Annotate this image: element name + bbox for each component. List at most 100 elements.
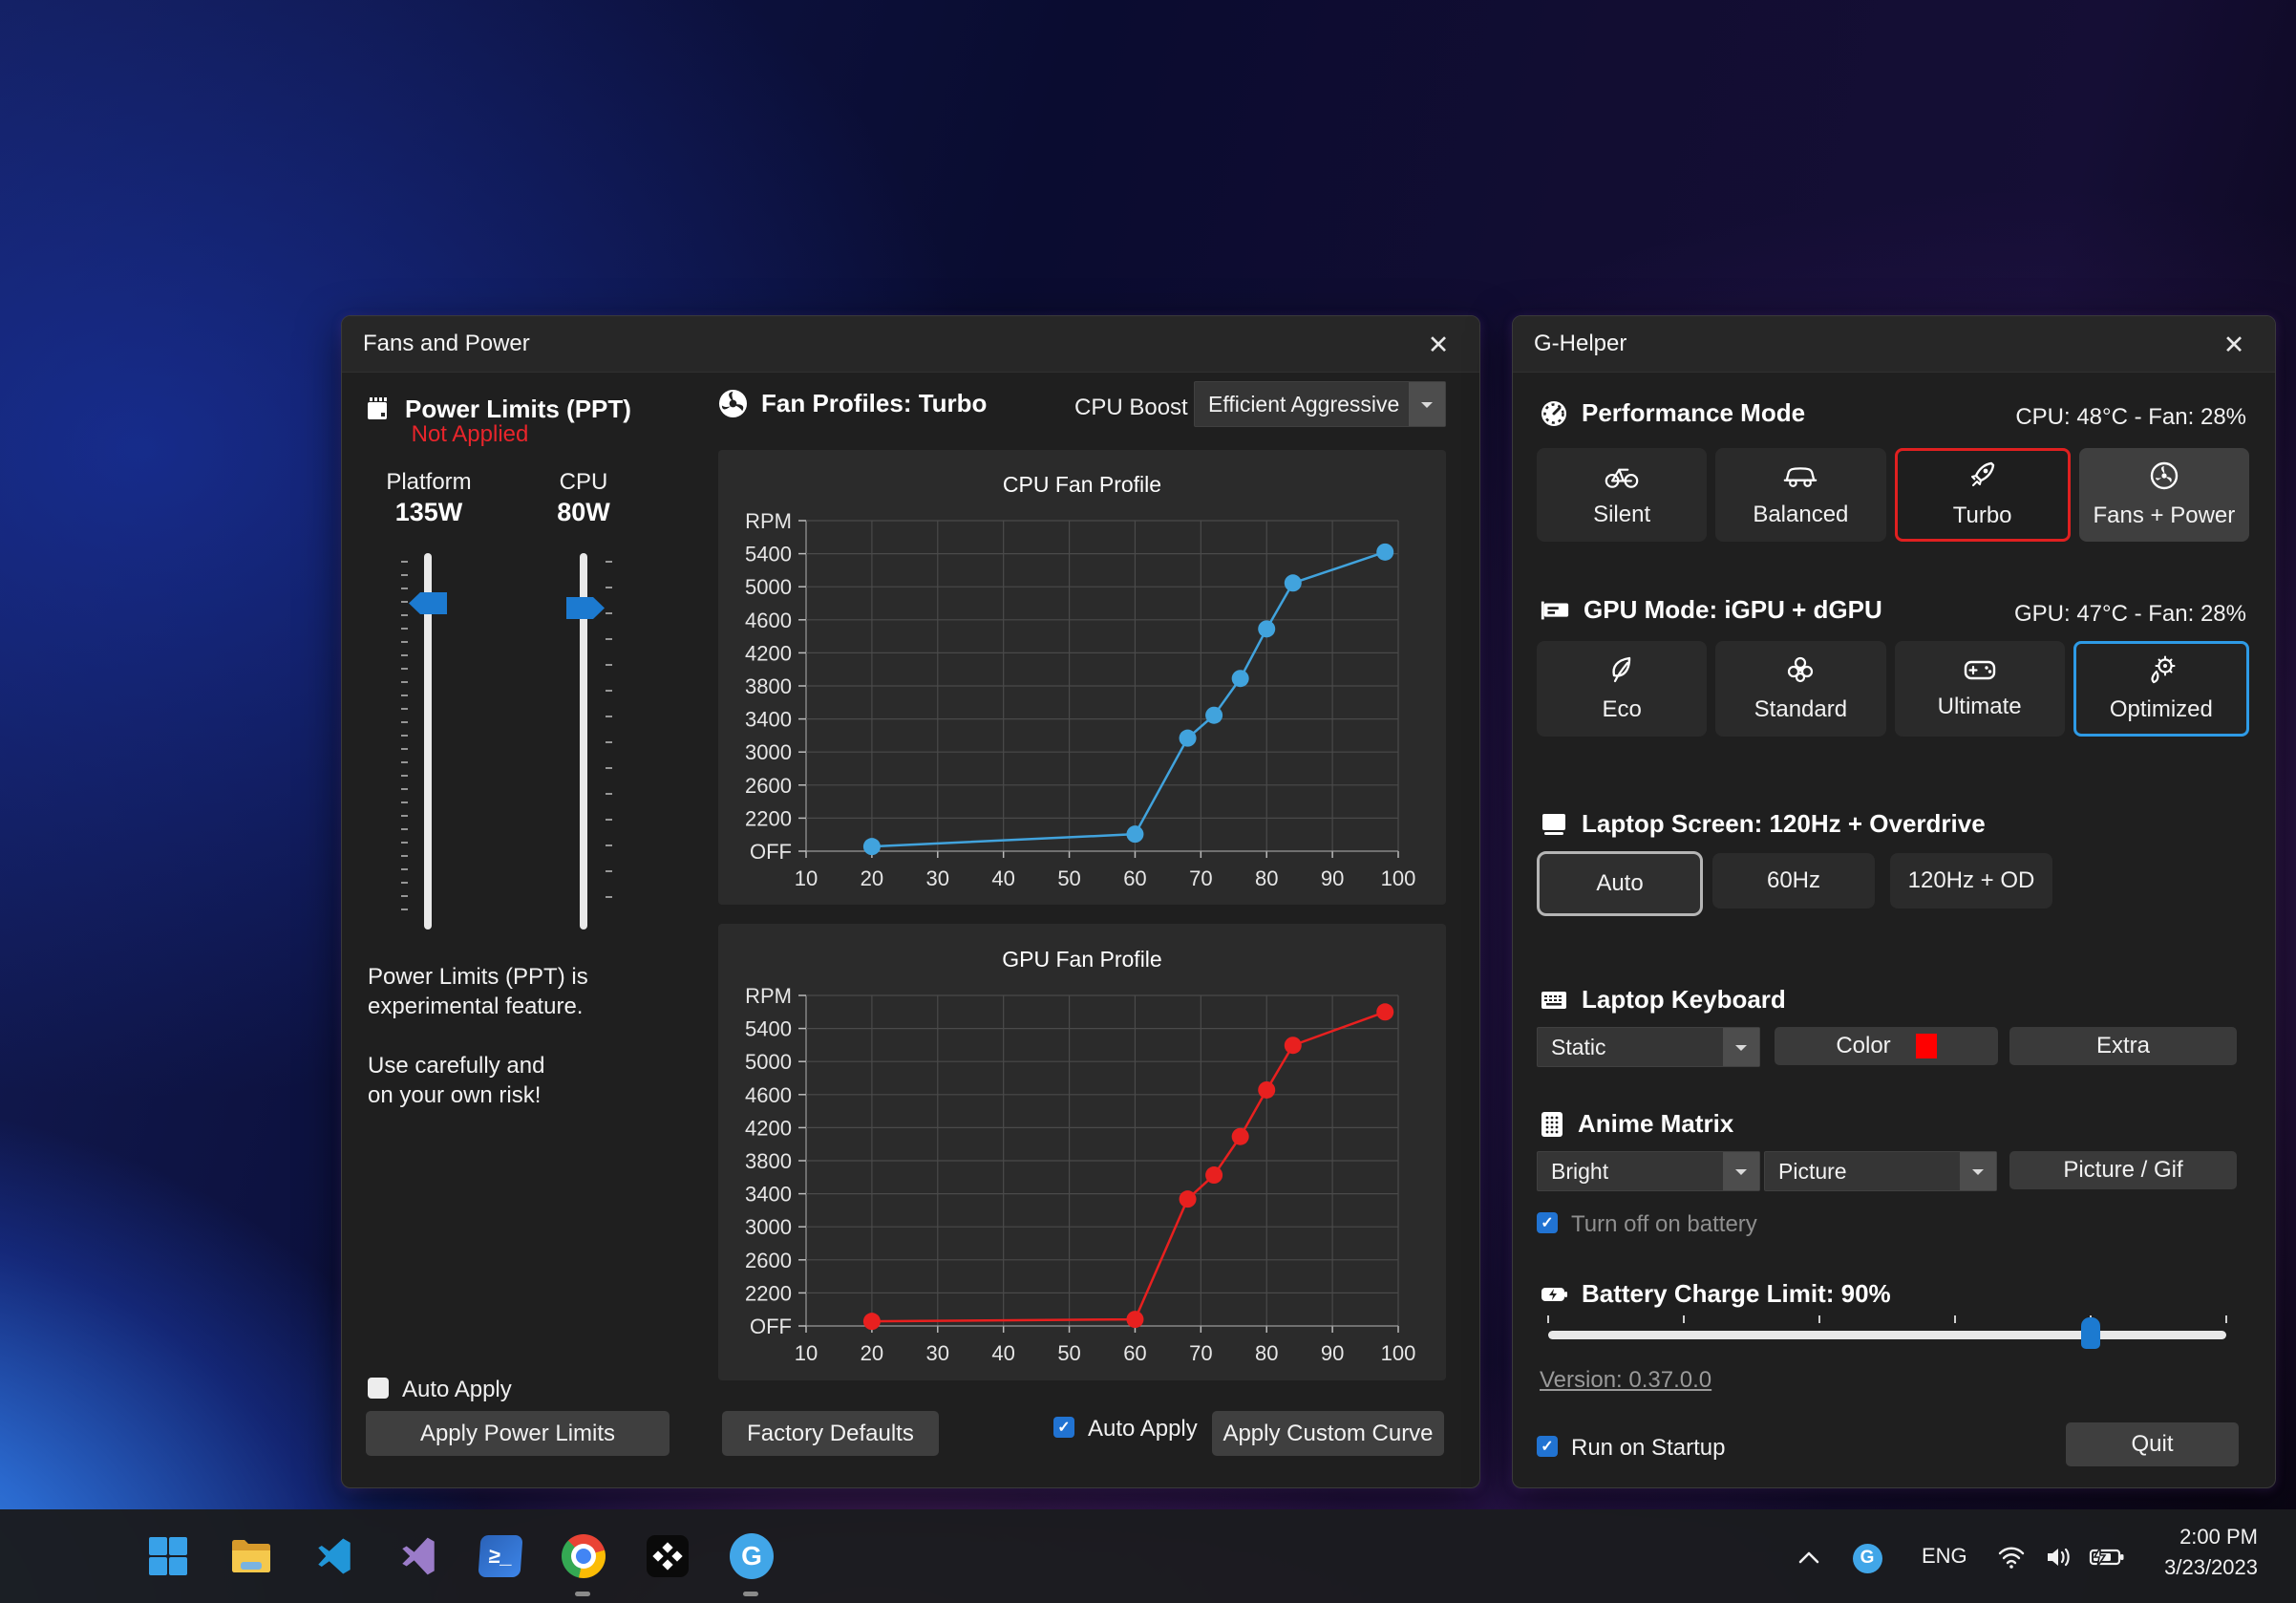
gpu-fan-chart-panel[interactable]: 102030405060708090100OFF2200260030003400… [718,924,1446,1380]
screen-60hz-button[interactable]: 60Hz [1712,853,1875,908]
fans-and-power-window: Fans and Power ✕ Power Limits (PPT) Not … [341,315,1480,1488]
mode-balanced-button[interactable]: Balanced [1715,448,1885,542]
gpu-fan-curve-chart[interactable]: 102030405060708090100OFF2200260030003400… [718,924,1446,1380]
svg-text:OFF: OFF [750,1314,792,1338]
tidal-icon [646,1534,690,1578]
svg-text:90: 90 [1321,1341,1344,1365]
battery-slider-thumb[interactable] [2081,1317,2100,1349]
svg-text:10: 10 [795,1341,818,1365]
run-on-startup-label: Run on Startup [1571,1435,1725,1462]
vscode-button[interactable] [310,1532,358,1580]
svg-text:3800: 3800 [745,674,792,698]
clock-time[interactable]: 2:00 PM [2179,1525,2258,1550]
battery-slider[interactable] [1548,1331,2226,1339]
chrome-icon [562,1534,606,1578]
car-icon [1782,461,1818,490]
fan-icon [718,389,748,418]
cpu-slider-ticks [606,561,612,922]
matrix-brightness-dropdown[interactable]: Bright [1537,1151,1760,1191]
svg-text:RPM: RPM [745,509,792,533]
terminal-button[interactable]: ≥_ [477,1532,524,1580]
svg-text:60: 60 [1123,1341,1146,1365]
svg-text:80: 80 [1255,866,1278,890]
close-icon[interactable]: ✕ [1422,329,1455,361]
volume-tray-button[interactable] [2040,1540,2078,1574]
wifi-tray-button[interactable] [1992,1540,2030,1574]
battery-bolt-icon [1540,1282,1568,1307]
battery-limit-header: Battery Charge Limit: 90% [1540,1279,1891,1309]
chevron-down-icon[interactable] [1409,382,1445,426]
ghelper-title: G-Helper [1534,316,1626,372]
gpu-ultimate-button[interactable]: Ultimate [1895,641,2065,737]
matrix-battery-checkbox[interactable] [1537,1212,1558,1233]
cpu-fan-chart-panel[interactable]: 102030405060708090100OFF2200260030003400… [718,450,1446,905]
mode-turbo-button[interactable]: Turbo [1895,448,2071,542]
svg-text:3400: 3400 [745,1183,792,1207]
speaker-icon [2045,1545,2073,1570]
visual-studio-button[interactable] [394,1532,442,1580]
keyboard-mode-dropdown[interactable]: Static [1537,1027,1760,1067]
chevron-down-icon[interactable] [1723,1152,1759,1190]
svg-text:2600: 2600 [745,1249,792,1272]
version-link[interactable]: Version: 0.37.0.0 [1540,1367,1711,1394]
cpu-boost-value: Efficient Aggressive [1195,382,1409,426]
gpu-optimized-button[interactable]: Optimized [2073,641,2249,737]
g-helper-running-indicator [743,1592,758,1596]
chevron-down-icon[interactable] [1723,1028,1759,1066]
clock-date[interactable]: 3/23/2023 [2164,1555,2258,1580]
language-indicator[interactable]: ENG [1922,1544,1967,1569]
matrix-picture-gif-button[interactable]: Picture / Gif [2009,1151,2237,1189]
power-limits-status: Not Applied [403,421,537,448]
close-icon[interactable]: ✕ [2218,329,2250,361]
svg-text:3000: 3000 [745,1215,792,1239]
power-auto-apply-checkbox[interactable] [368,1378,389,1399]
chrome-button[interactable] [560,1532,607,1580]
file-explorer-button[interactable] [227,1532,275,1580]
powershell-icon: ≥_ [478,1535,522,1577]
keyboard-extra-button[interactable]: Extra [2009,1027,2237,1065]
cpu-slider-thumb[interactable] [566,597,605,619]
dot-matrix-icon [1540,1110,1564,1139]
keyboard-color-swatch [1916,1034,1937,1058]
svg-text:4200: 4200 [745,641,792,665]
mode-fans-power-button[interactable]: Fans + Power [2079,448,2249,542]
svg-text:100: 100 [1381,866,1416,890]
start-button[interactable] [144,1532,192,1580]
svg-text:3000: 3000 [745,740,792,764]
auto-optimize-icon [2145,654,2178,685]
svg-text:2600: 2600 [745,774,792,798]
svg-text:70: 70 [1189,866,1212,890]
ghelper-titlebar[interactable]: G-Helper ✕ [1513,316,2275,373]
keyboard-color-button[interactable]: Color [1775,1027,1998,1065]
chrome-running-indicator [575,1592,590,1596]
gpu-standard-button[interactable]: Standard [1715,641,1885,737]
curve-auto-apply-checkbox[interactable] [1053,1417,1074,1438]
battery-charging-icon [2089,1546,2125,1569]
fans-window-titlebar[interactable]: Fans and Power ✕ [342,316,1479,373]
quit-button[interactable]: Quit [2066,1422,2239,1466]
mode-silent-button[interactable]: Silent [1537,448,1707,542]
screen-120hz-od-button[interactable]: 120Hz + OD [1890,853,2052,908]
cpu-fan-curve-chart[interactable]: 102030405060708090100OFF2200260030003400… [718,450,1446,905]
apply-power-limits-button[interactable]: Apply Power Limits [366,1411,670,1456]
svg-text:5400: 5400 [745,543,792,566]
factory-defaults-button[interactable]: Factory Defaults [722,1411,939,1456]
run-on-startup-checkbox[interactable] [1537,1436,1558,1457]
tray-chevron-button[interactable] [1790,1538,1828,1576]
g-helper-tray-button[interactable]: G [1851,1542,1883,1574]
battery-tray-button[interactable] [2084,1540,2130,1574]
screen-auto-button[interactable]: Auto [1537,851,1703,916]
flower-icon [1785,654,1816,685]
g-helper-app-button[interactable]: G [728,1532,776,1580]
svg-text:50: 50 [1057,866,1080,890]
cpu-boost-dropdown[interactable]: Efficient Aggressive [1194,381,1446,427]
platform-slider-thumb[interactable] [409,592,447,614]
gpu-eco-button[interactable]: Eco [1537,641,1707,737]
tidal-button[interactable] [644,1532,691,1580]
chevron-down-icon[interactable] [1960,1152,1996,1190]
matrix-content-dropdown[interactable]: Picture [1764,1151,1997,1191]
svg-text:OFF: OFF [750,840,792,864]
apply-custom-curve-button[interactable]: Apply Custom Curve [1212,1411,1444,1456]
folder-icon [229,1537,273,1575]
laptop-screen-header: Laptop Screen: 120Hz + Overdrive [1540,809,1986,839]
